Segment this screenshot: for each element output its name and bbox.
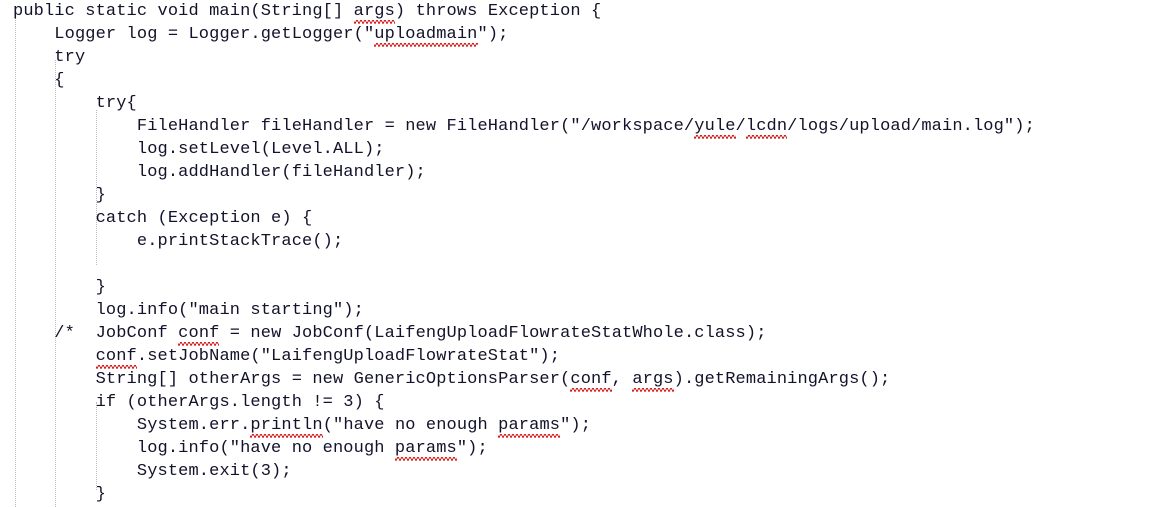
code-line[interactable]: e.printStackTrace();	[0, 230, 1158, 253]
code-text: Logger log = Logger.getLogger("uploadmai…	[54, 23, 508, 47]
code-text: }	[95, 485, 106, 504]
code-line[interactable]: public static void main(String[] args) t…	[0, 0, 1158, 23]
code-text: {	[54, 71, 65, 90]
code-line[interactable]: try	[0, 46, 1158, 69]
code-line[interactable]: }	[0, 184, 1158, 207]
code-text: }	[95, 186, 106, 205]
code-line[interactable]	[0, 253, 1158, 276]
spellcheck-underline: params	[394, 437, 457, 461]
spellcheck-underline: conf	[95, 345, 137, 369]
code-line[interactable]: conf.setJobName("LaifengUploadFlowrateSt…	[0, 345, 1158, 368]
spellcheck-underline: args	[353, 0, 395, 24]
spellcheck-underline: yule	[694, 115, 736, 139]
code-text: }	[95, 278, 106, 297]
spellcheck-underline: params	[498, 414, 561, 438]
code-text: conf.setJobName("LaifengUploadFlowrateSt…	[95, 345, 561, 369]
spellcheck-underline: conf	[178, 322, 220, 346]
spellcheck-underline: println	[250, 414, 323, 438]
code-line[interactable]: try{	[0, 92, 1158, 115]
code-text: FileHandler fileHandler = new FileHandle…	[137, 115, 1035, 139]
code-text: try{	[95, 94, 137, 113]
code-line[interactable]: FileHandler fileHandler = new FileHandle…	[0, 115, 1158, 138]
code-text: log.info("have no enough params");	[137, 437, 488, 461]
code-line[interactable]: catch (Exception e) {	[0, 207, 1158, 230]
code-line[interactable]: log.addHandler(fileHandler);	[0, 161, 1158, 184]
code-editor-viewport[interactable]: public static void main(String[] args) t…	[0, 0, 1158, 507]
block-comment-marker: /*	[13, 324, 75, 343]
code-text: log.addHandler(fileHandler);	[136, 163, 426, 182]
code-text: String[] otherArgs = new GenericOptionsP…	[96, 368, 891, 392]
code-line[interactable]: String[] otherArgs = new GenericOptionsP…	[0, 368, 1158, 391]
code-line[interactable]: log.info("main starting");	[0, 299, 1158, 322]
code-line[interactable]: Logger log = Logger.getLogger("uploadmai…	[0, 23, 1158, 46]
code-line[interactable]: System.err.println("have no enough param…	[0, 414, 1158, 437]
code-text: System.err.println("have no enough param…	[137, 414, 591, 438]
code-line[interactable]: System.exit(3);	[0, 460, 1158, 483]
code-text: log.info("main starting");	[95, 301, 364, 320]
code-text: log.setLevel(Level.ALL);	[136, 140, 385, 159]
code-text: if (otherArgs.length != 3) {	[95, 393, 385, 412]
code-line[interactable]: /* JobConf conf = new JobConf(LaifengUpl…	[0, 322, 1158, 345]
spellcheck-underline: conf	[570, 368, 612, 392]
code-text: JobConf conf = new JobConf(LaifengUpload…	[96, 322, 767, 346]
code-text: try	[54, 48, 86, 67]
spellcheck-underline: uploadmain	[374, 23, 478, 47]
code-line[interactable]: }	[0, 483, 1158, 506]
code-text: public static void main(String[] args) t…	[13, 0, 601, 24]
code-line[interactable]: log.setLevel(Level.ALL);	[0, 138, 1158, 161]
code-line[interactable]: log.info("have no enough params");	[0, 437, 1158, 460]
code-text: System.exit(3);	[136, 462, 292, 481]
code-text: e.printStackTrace();	[136, 232, 344, 251]
code-text: catch (Exception e) {	[95, 209, 313, 228]
code-line[interactable]: {	[0, 69, 1158, 92]
code-line[interactable]: if (otherArgs.length != 3) {	[0, 391, 1158, 414]
code-line[interactable]: }	[0, 276, 1158, 299]
code-content-area[interactable]: public static void main(String[] args) t…	[0, 0, 1158, 507]
spellcheck-underline: args	[632, 368, 674, 392]
spellcheck-underline: lcdn	[745, 115, 788, 139]
